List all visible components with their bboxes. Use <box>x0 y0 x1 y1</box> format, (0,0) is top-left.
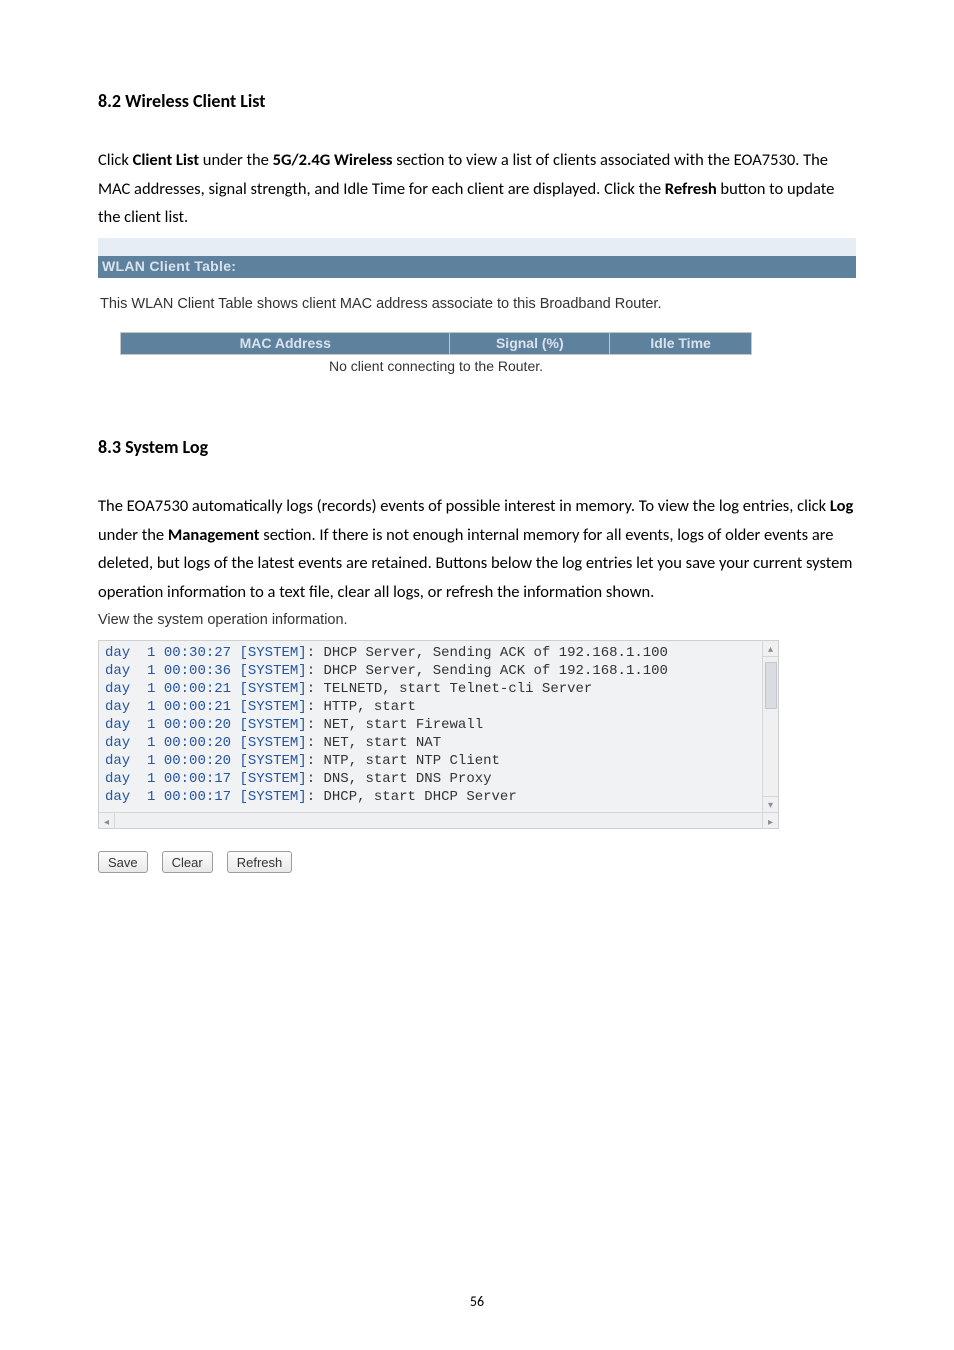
empty-msg: No client connecting to the Router. <box>121 354 752 378</box>
para-client-list: Click Client List under the 5G/2.4G Wire… <box>98 146 856 232</box>
wlan-panel-title: WLAN Client Table: <box>98 256 856 278</box>
syslog-vscroll[interactable]: ▴ ▾ <box>762 641 778 812</box>
heading-system-log: 8.3 System Log <box>98 436 856 458</box>
scroll-left-icon[interactable]: ◂ <box>99 813 115 829</box>
table-row: No client connecting to the Router. <box>121 354 752 378</box>
scroll-down-icon[interactable]: ▾ <box>763 796 778 812</box>
table-header-row: MAC Address Signal (%) Idle Time <box>121 332 752 354</box>
col-idle: Idle Time <box>610 332 752 354</box>
heading-wireless-client-list: 8.2 Wireless Client List <box>98 90 856 112</box>
page-number: 56 <box>0 1293 954 1310</box>
scroll-right-icon[interactable]: ▸ <box>762 813 778 829</box>
wlan-panel: WLAN Client Table: This WLAN Client Tabl… <box>98 238 856 379</box>
syslog-caption: View the system operation information. <box>98 612 856 628</box>
save-button[interactable]: Save <box>98 851 148 873</box>
wlan-client-table: MAC Address Signal (%) Idle Time No clie… <box>120 332 752 379</box>
wlan-panel-top-border <box>98 238 856 256</box>
clear-button[interactable]: Clear <box>162 851 213 873</box>
syslog-buttons: Save Clear Refresh <box>98 851 856 873</box>
scroll-thumb[interactable] <box>765 662 777 709</box>
wlan-panel-caption: This WLAN Client Table shows client MAC … <box>98 278 856 332</box>
col-mac: MAC Address <box>121 332 450 354</box>
refresh-button[interactable]: Refresh <box>227 851 293 873</box>
syslog-text[interactable]: day 1 00:30:27 [SYSTEM]: DHCP Server, Se… <box>99 641 778 812</box>
col-sig: Signal (%) <box>450 332 610 354</box>
syslog-hscroll[interactable]: ◂ ▸ <box>99 812 778 828</box>
scroll-up-icon[interactable]: ▴ <box>763 641 778 657</box>
syslog-box: day 1 00:30:27 [SYSTEM]: DHCP Server, Se… <box>98 640 779 829</box>
para-system-log: The EOA7530 automatically logs (records)… <box>98 492 856 606</box>
